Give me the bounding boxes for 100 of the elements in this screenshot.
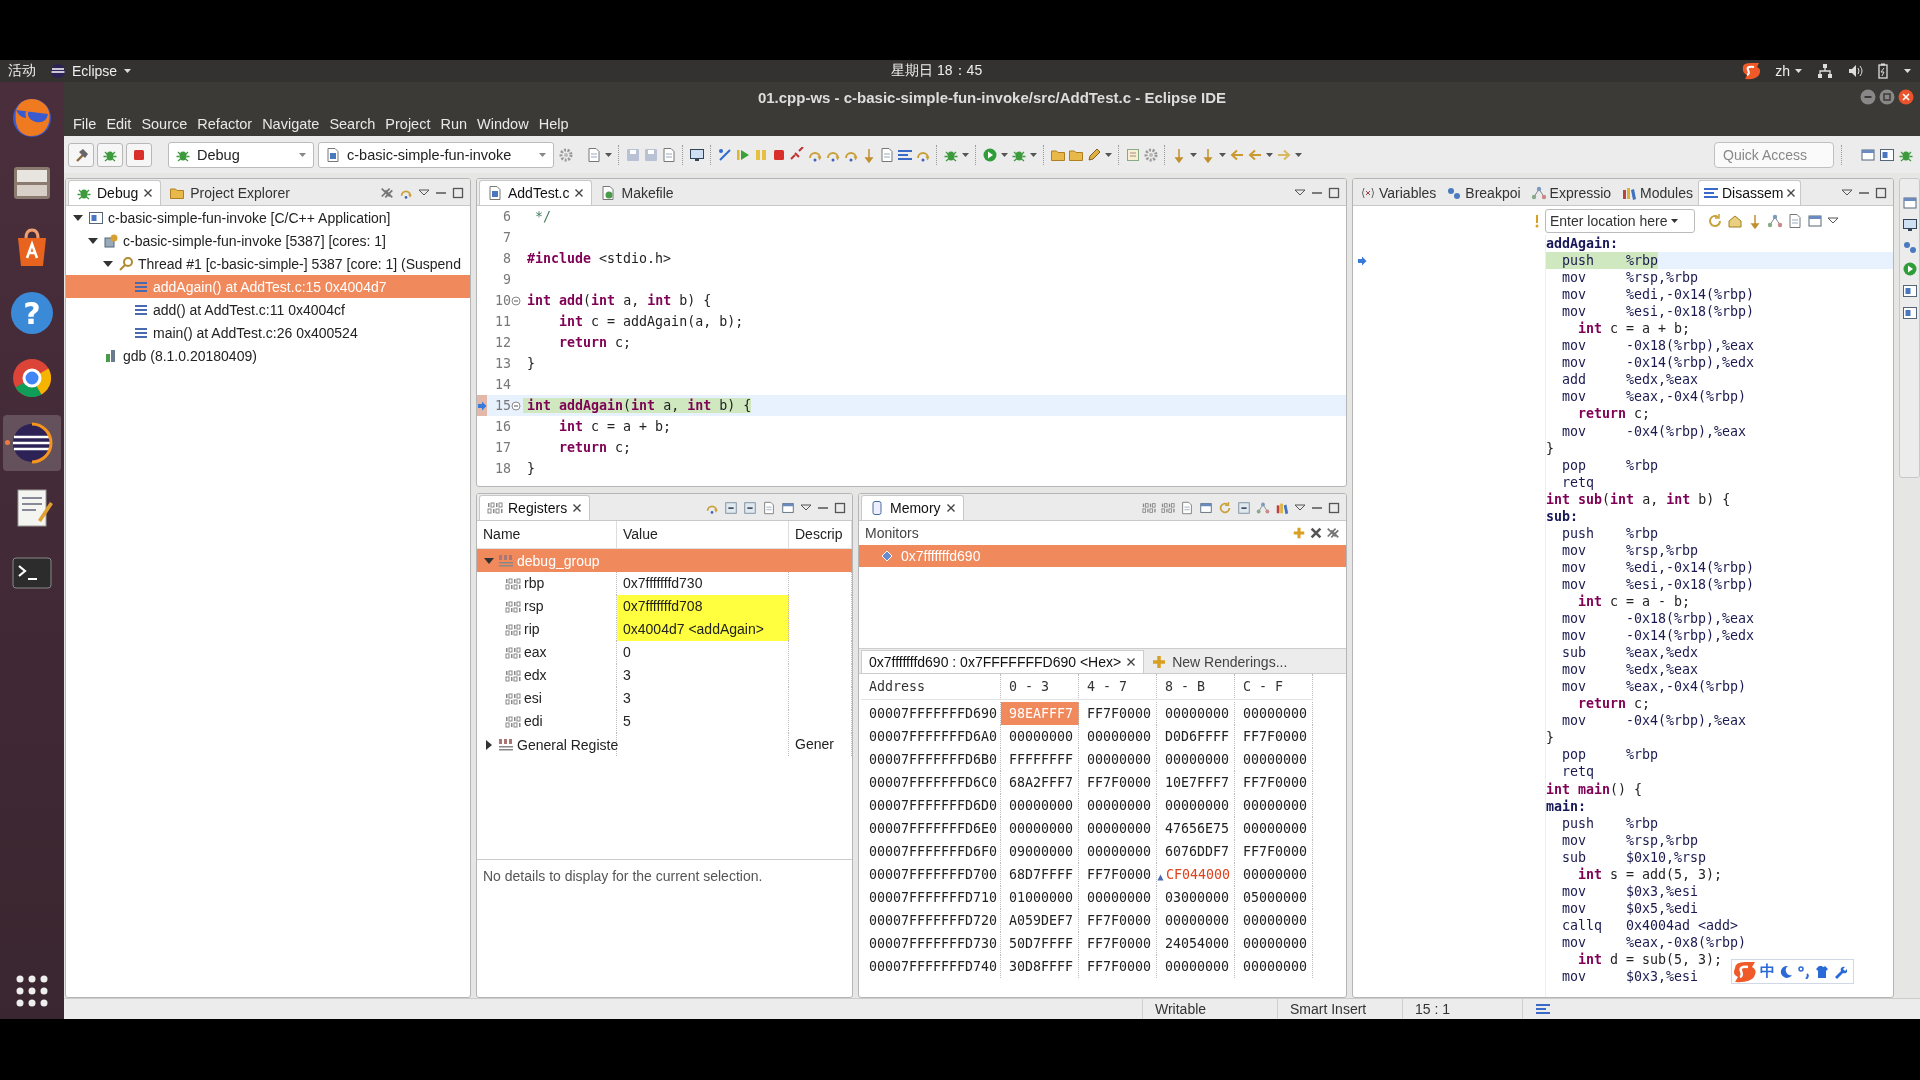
maximize-icon[interactable] [452,187,464,199]
memory-cell[interactable]: 00000000 [1157,794,1235,817]
memory-cell[interactable]: 50D7FFFF [1001,932,1079,955]
memory-cell[interactable]: FF7F0000 [1079,863,1157,886]
memory-cell[interactable]: 00000000 [1079,817,1157,840]
bug-button[interactable] [97,142,123,167]
tree-item[interactable]: c-basic-simple-fun-invoke [C/C++ Application] [66,206,470,229]
memory-cell[interactable]: 00000000 [1079,748,1157,771]
toggle-icon[interactable] [1237,501,1251,515]
rendering-tab[interactable]: New Renderings... [1144,651,1295,673]
document-icon[interactable] [586,146,602,163]
memory-cell[interactable]: 00000000 [1001,794,1079,817]
play-icon[interactable] [1901,261,1918,277]
view-tab[interactable]: AddTest.c [479,180,593,205]
close-icon[interactable] [143,188,154,198]
memory-cell[interactable]: A059DEF7 [1001,909,1079,932]
menu-item[interactable]: Run [435,116,473,132]
activities-button[interactable]: 活动 [8,62,36,80]
close-icon[interactable] [945,503,956,513]
memory-cell[interactable]: 6076DDF7 [1157,840,1235,863]
punctuation-icon[interactable] [1797,964,1811,979]
memory-cell[interactable]: 00000000 [1157,748,1235,771]
launch-mode-dropdown[interactable]: Debug [168,141,314,168]
nodes-icon[interactable] [1256,501,1270,515]
view-tab[interactable]: Memory [861,495,964,520]
menu-item[interactable]: Search [324,116,381,132]
memory-cell[interactable]: 03000000 [1157,886,1235,909]
column-header[interactable]: Name [477,521,617,548]
memory-cell[interactable]: 00000000 [1235,955,1313,978]
quick-access-field[interactable]: Quick Access [1714,141,1834,168]
minimize-icon[interactable] [1860,89,1876,105]
memory-cell[interactable]: 47656E75 [1157,817,1235,840]
launch-icon[interactable] [1901,305,1918,321]
launch-config-dropdown[interactable]: c-basic-simple-fun-invoke [318,141,554,168]
maximize-icon[interactable] [1328,187,1340,199]
close-icon[interactable] [1898,89,1914,105]
window-icon[interactable] [781,501,795,515]
memory-cell[interactable]: 00000000 [1001,817,1079,840]
memory-cell[interactable]: 01000000 [1001,886,1079,909]
menu-item[interactable]: Edit [101,116,137,132]
maximize-icon[interactable] [1328,502,1340,514]
view-tab[interactable]: Debug [68,180,162,205]
document-icon[interactable] [661,146,677,163]
input-method-menu[interactable]: zh [1775,63,1803,79]
memory-cell[interactable]: 00000000 [1235,748,1313,771]
column-header[interactable]: Value [617,521,789,548]
memory-cell[interactable]: 00000000 [1235,702,1313,725]
memory-cell[interactable]: 00000000 [1157,702,1235,725]
hammer-button[interactable] [68,142,94,167]
window-icon[interactable] [1860,146,1876,163]
tree-item[interactable]: General Registe [477,733,617,756]
document-icon[interactable] [762,501,776,515]
column-header[interactable]: 4 - 7 [1079,674,1157,700]
memory-cell[interactable]: 00000000 [1157,955,1235,978]
document-icon[interactable] [1787,212,1803,229]
memory-cell[interactable]: 05000000 [1235,886,1313,909]
menu-item[interactable]: Navigate [257,116,325,132]
gear-icon[interactable] [558,146,574,163]
monitor-icon[interactable] [689,146,705,163]
menu-item[interactable]: Refactor [192,116,258,132]
memory-cell[interactable]: 00000000 [1079,886,1157,909]
view-tab[interactable]: Registers [479,495,591,520]
view-tab[interactable]: Modules [1616,180,1698,205]
gear-icon[interactable] [1143,146,1159,163]
memory-cell[interactable]: 00000000 [1235,817,1313,840]
maximize-icon[interactable] [1875,187,1887,199]
fold-icon[interactable] [511,400,521,411]
memory-cell[interactable]: 00000000 [1235,863,1313,886]
memory-cell[interactable]: 00000000 [1079,794,1157,817]
memory-cell[interactable]: FF7F0000 [1079,955,1157,978]
column-header[interactable]: Descrip [789,521,852,548]
memory-cell[interactable]: 00000000 [1235,794,1313,817]
memory-cell[interactable]: 00000000 [1157,909,1235,932]
tree-item[interactable]: Thread #1 [c-basic-simple-] 5387 [core: 1] (Suspend [66,252,470,275]
view-tab[interactable]: Breakpoi [1441,180,1526,205]
battery-icon[interactable] [1877,63,1889,79]
memory-cell[interactable]: FF7F0000 [1235,725,1313,748]
memory-cell[interactable]: 24054000 [1157,932,1235,955]
lines-icon[interactable] [1535,1001,1551,1017]
view-tab[interactable]: Project Explorer [161,180,298,205]
toggle-icon[interactable] [724,501,738,515]
column-header[interactable]: 8 - B [1157,674,1235,700]
memory-cell[interactable]: FF7F0000 [1235,771,1313,794]
memory-cell[interactable]: 00000000 [1079,840,1157,863]
close-icon[interactable] [574,188,585,198]
tree-item[interactable]: c-basic-simple-fun-invoke [5387] [cores: 1] [66,229,470,252]
column-header[interactable]: Address [861,674,1001,700]
launch-icon[interactable] [1879,146,1895,163]
fold-icon[interactable] [511,295,521,306]
memory-cell[interactable]: 30D8FFFF [1001,955,1079,978]
stop-button[interactable] [126,142,152,167]
memory-cell[interactable]: FF7F0000 [1079,909,1157,932]
speaker-icon[interactable] [1847,63,1863,79]
document-icon[interactable] [1180,501,1194,515]
play-icon[interactable] [982,146,998,163]
refresh-icon[interactable] [1707,212,1723,229]
close-icon[interactable] [1786,188,1797,198]
memory-cell[interactable]: 00000000 [1079,725,1157,748]
rendering-tab[interactable]: 0x7fffffffd690 : 0x7FFFFFFFD690 <Hex> [861,650,1145,673]
view-tab[interactable]: Disassem [1698,180,1802,205]
